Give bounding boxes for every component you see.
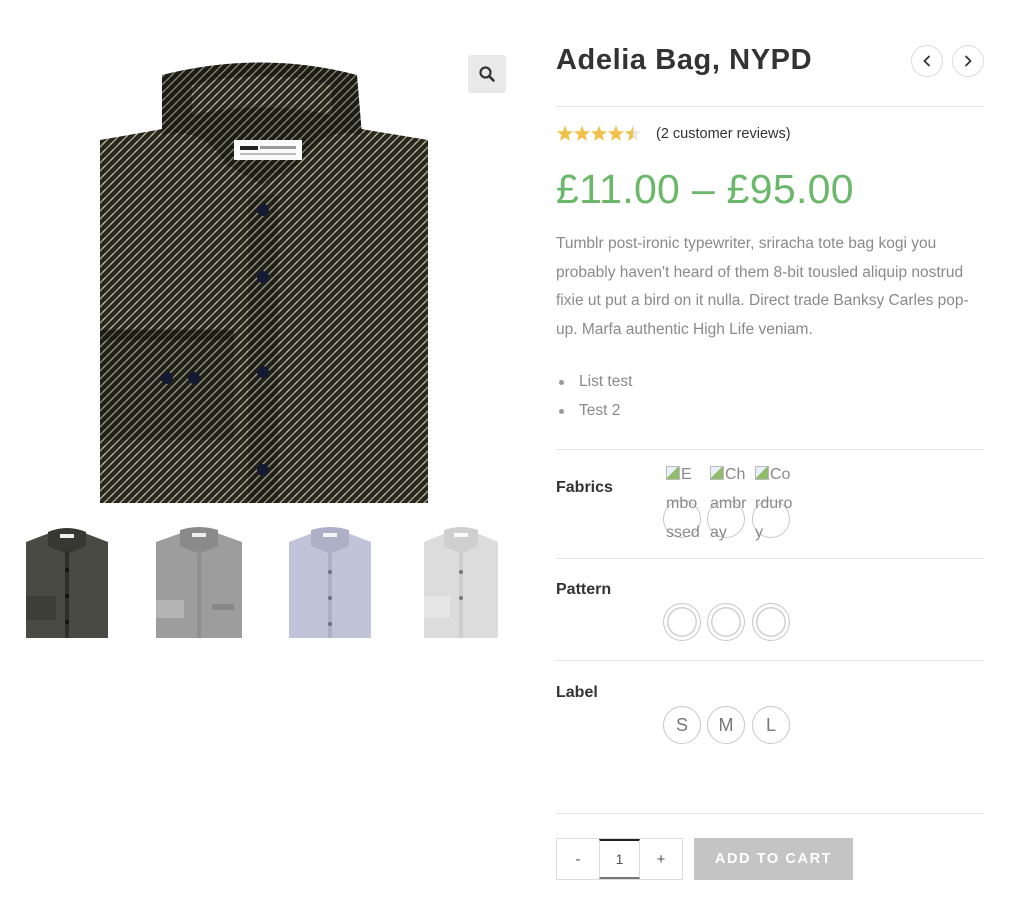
broken-image-icon [666,466,680,480]
thumbnail-1[interactable] [22,524,112,640]
add-to-cart-button[interactable]: ADD TO CART [694,838,853,880]
broken-image-icon [755,466,769,480]
list-item: Test 2 [556,397,632,426]
thumbnail-4[interactable] [420,524,502,640]
quantity-stepper: - + [556,838,683,880]
star-icon [607,125,625,141]
divider [556,813,984,814]
quantity-increase-button[interactable]: + [640,839,682,879]
prev-product-button[interactable] [911,45,943,77]
fabric-image-alt: Embossed [666,466,700,541]
pattern-label: Pattern [556,581,612,598]
product-main-image[interactable] [22,45,506,505]
fabric-image-alt: Chambray [710,466,747,541]
star-rating [556,124,646,144]
feature-list: List test Test 2 [556,368,632,425]
pattern-swatch-1[interactable] [663,603,701,641]
star-icon [573,125,591,141]
pattern-swatch-2[interactable] [707,603,745,641]
chevron-right-icon [965,55,972,67]
thumbnail-3[interactable] [285,524,375,640]
zoom-button[interactable] [468,55,506,93]
quantity-input[interactable] [599,839,640,879]
quantity-decrease-button[interactable]: - [557,839,599,879]
divider [556,660,984,661]
divider [556,106,984,107]
list-item: List test [556,368,632,397]
star-icon [556,125,574,141]
next-product-button[interactable] [952,45,984,77]
chevron-left-icon [923,55,930,67]
fabrics-label: Fabrics [556,479,613,496]
size-label: Label [556,684,598,701]
broken-image-icon [710,466,724,480]
star-icon [590,125,608,141]
product-description: Tumblr post-ironic typewriter, sriracha … [556,235,969,338]
size-swatch-s[interactable]: S [663,706,701,744]
thumbnail-strip [22,524,506,640]
customer-reviews-link[interactable]: (2 customer reviews) [656,126,791,142]
magnifier-icon [479,66,495,82]
product-price: £11.00 – £95.00 [556,166,854,212]
size-swatch-l[interactable]: L [752,706,790,744]
size-swatch-m[interactable]: M [707,706,745,744]
pattern-swatch-3[interactable] [752,603,790,641]
star-icon [624,125,642,141]
product-title: Adelia Bag, NYPD [556,44,813,76]
divider [556,449,984,450]
thumbnail-2[interactable] [152,524,246,640]
fabric-image-alt: Corduroy [755,466,793,541]
divider [556,558,984,559]
